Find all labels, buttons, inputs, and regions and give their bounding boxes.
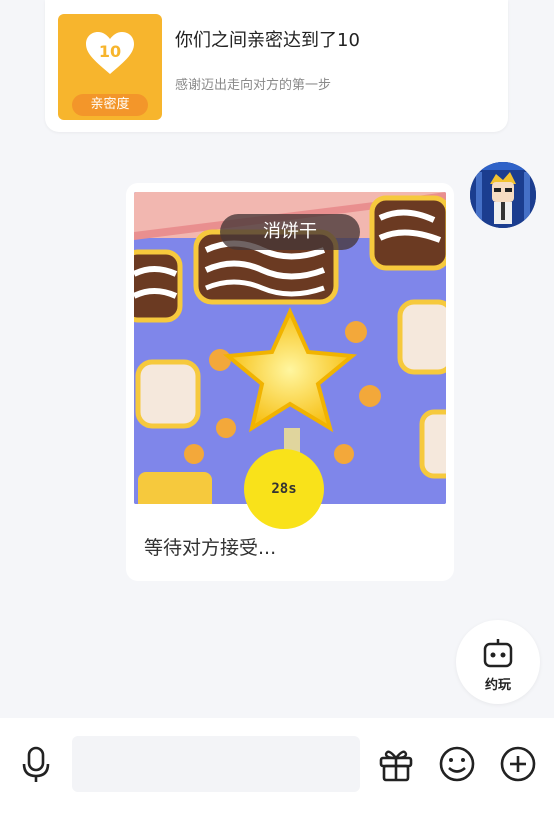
message-input[interactable]	[72, 736, 360, 792]
game-robot-icon	[483, 639, 513, 668]
intimacy-subtitle: 感谢迈出走向对方的第一步	[175, 78, 332, 93]
gift-icon[interactable]	[376, 744, 416, 784]
invite-status: 等待对方接受...	[144, 537, 277, 559]
game-title: 消饼干	[220, 214, 360, 250]
microphone-icon[interactable]	[16, 744, 56, 784]
intimacy-level: 10	[98, 42, 122, 61]
intimacy-card: 10 亲密度 你们之间亲密达到了10 感谢迈出走向对方的第一步	[45, 0, 508, 132]
emoji-icon[interactable]	[437, 744, 477, 784]
countdown-timer: 28s	[244, 449, 324, 529]
play-invite-button[interactable]: 约玩	[456, 620, 540, 704]
avatar-image	[470, 162, 536, 228]
plus-icon[interactable]	[498, 744, 538, 784]
play-invite-label: 约玩	[484, 678, 511, 693]
intimacy-badge-label: 亲密度	[72, 94, 148, 116]
intimacy-title: 你们之间亲密达到了10	[175, 30, 360, 51]
avatar[interactable]	[470, 162, 536, 228]
chat-input-bar	[0, 718, 554, 832]
intimacy-badge: 10 亲密度	[58, 14, 162, 120]
